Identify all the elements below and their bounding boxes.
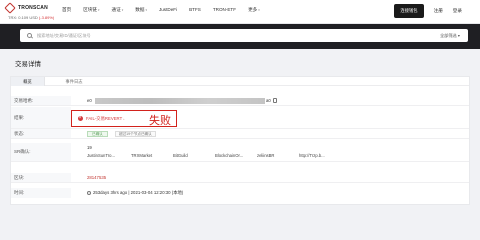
nav-item-label: 通证 <box>111 7 121 12</box>
status-label: 状态: <box>11 129 71 138</box>
copy-icon[interactable] <box>273 98 277 103</box>
main-nav: 首页 区块链▾ 通证▾ 数据▾ JustDeFi BTFS TRON-ETF 更多▾ <box>62 7 272 13</box>
chevron-down-icon: ▾ <box>258 8 260 12</box>
search-input[interactable]: 搜索地址/交易ID/通证/区块号 全部筛选 ▾ <box>20 29 468 42</box>
block-label: 区块: <box>11 173 71 182</box>
nav-item[interactable]: TRON-ETF <box>213 7 236 13</box>
search-scope-dropdown[interactable]: 全部筛选 ▾ <box>440 33 460 39</box>
register-link[interactable]: 注册 <box>434 8 443 14</box>
top-navigation-bar: TRONSCAN TRX: 0.109 USD (-3.89%) 首页 区块链▾ 通… <box>0 0 480 24</box>
page-title: 交易详情 <box>15 61 41 68</box>
result-label: 结果: <box>11 107 71 128</box>
block-number-link[interactable]: 28147535 <box>87 175 106 180</box>
nav-item[interactable]: BTFS <box>189 7 201 13</box>
sr-count: 19 <box>87 145 92 150</box>
search-icon <box>27 32 32 38</box>
sr-item[interactable]: BitGuild <box>173 153 215 158</box>
tronscan-logo[interactable]: TRONSCAN <box>4 2 48 14</box>
header-actions: 连接钱包 注册 登录 <box>394 4 472 18</box>
search-scope-label: 全部筛选 <box>439 33 457 38</box>
hash-label: 交易哈希: <box>11 96 71 105</box>
nav-item[interactable]: 更多▾ <box>248 7 260 13</box>
hash-suffix: a0 <box>266 98 271 103</box>
nav-item-label: 区块链 <box>83 7 97 12</box>
row-status: 状态: 已确认 超过19个节点已确认 <box>11 129 469 139</box>
nav-item[interactable]: 区块链▾ <box>83 7 99 13</box>
connect-wallet-button[interactable]: 连接钱包 <box>394 4 424 18</box>
fail-highlight-box: FAIL-交易REVERT › 失败 <box>71 110 177 127</box>
trx-price-change: (-3.89%) <box>38 15 55 20</box>
trx-price: TRX: 0.109 USD (-3.89%) <box>8 15 54 20</box>
status-note: 超过19个节点已确认 <box>115 131 156 137</box>
sr-item[interactable]: zeliinsBR <box>257 153 299 158</box>
logo-text: TRONSCAN <box>18 5 48 11</box>
nav-item-label: 首页 <box>62 7 72 12</box>
sr-item[interactable]: JustinSunTro... <box>87 153 131 158</box>
hash-prefix: e0 <box>87 98 92 103</box>
chevron-right-icon: › <box>123 117 125 121</box>
time-label: 时间: <box>11 188 71 198</box>
nav-item-label: 数据 <box>135 7 145 12</box>
transaction-detail-card: 概览 事件日志 交易哈希: e0 a0 结果: FAIL-交易REVERT › … <box>10 76 470 205</box>
detail-tabs: 概览 事件日志 <box>11 77 469 86</box>
redacted-hash <box>95 98 265 104</box>
clock-icon <box>87 190 91 195</box>
row-sr-confirmations: SR确认: 19 JustinSunTro... TRXMarket BitGu… <box>11 143 469 162</box>
tron-logo-icon <box>4 2 16 14</box>
nav-item[interactable]: 首页 <box>62 7 71 13</box>
sr-list: JustinSunTro... TRXMarket BitGuild Block… <box>87 153 341 158</box>
nav-item[interactable]: JustDeFi <box>159 7 177 13</box>
nav-item-label: BTFS <box>189 7 201 12</box>
nav-item[interactable]: 数据▾ <box>135 7 147 13</box>
sr-item[interactable]: TRXMarket <box>131 153 173 158</box>
row-time: 时间: 253days 3hrs ago | 2021-03-04 12:20:… <box>11 188 469 198</box>
chevron-down-icon: ▾ <box>145 8 147 12</box>
nav-item[interactable]: 通证▾ <box>112 7 124 13</box>
tab-overview[interactable]: 概览 <box>11 77 45 86</box>
timestamp: 253days 3hrs ago | 2021-03-04 12:20:30 (… <box>87 190 183 196</box>
login-link[interactable]: 登录 <box>453 8 462 14</box>
row-result: 结果: FAIL-交易REVERT › 失败 <box>11 107 469 129</box>
result-status-link[interactable]: FAIL-交易REVERT › <box>86 116 124 122</box>
result-status-text: FAIL-交易REVERT <box>86 116 123 121</box>
row-block: 区块: 28147535 <box>11 173 469 183</box>
status-badge: 已确认 <box>87 131 108 137</box>
tab-event-logs[interactable]: 事件日志 <box>57 77 91 86</box>
nav-item-label: JustDeFi <box>158 7 178 12</box>
sr-label: SR确认: <box>11 143 71 161</box>
chevron-down-icon: ▾ <box>98 8 100 12</box>
timestamp-text: 253days 3hrs ago | 2021-03-04 12:20:30 (… <box>93 190 184 195</box>
trx-price-value: TRX: 0.109 USD <box>8 15 38 20</box>
chevron-down-icon: ▾ <box>121 8 124 12</box>
row-hash: 交易哈希: e0 a0 <box>11 96 469 106</box>
fail-icon <box>78 115 83 121</box>
search-placeholder: 搜索地址/交易ID/通证/区块号 <box>37 33 91 38</box>
sr-item[interactable]: http://Trzp.b... <box>299 153 341 158</box>
nav-item-label: TRON-ETF <box>212 7 237 12</box>
nav-item-label: 更多 <box>248 7 258 12</box>
fail-annotation: 失败 <box>149 115 171 127</box>
sr-item[interactable]: BlockchainOr... <box>215 153 257 158</box>
chevron-down-icon: ▾ <box>457 33 460 38</box>
